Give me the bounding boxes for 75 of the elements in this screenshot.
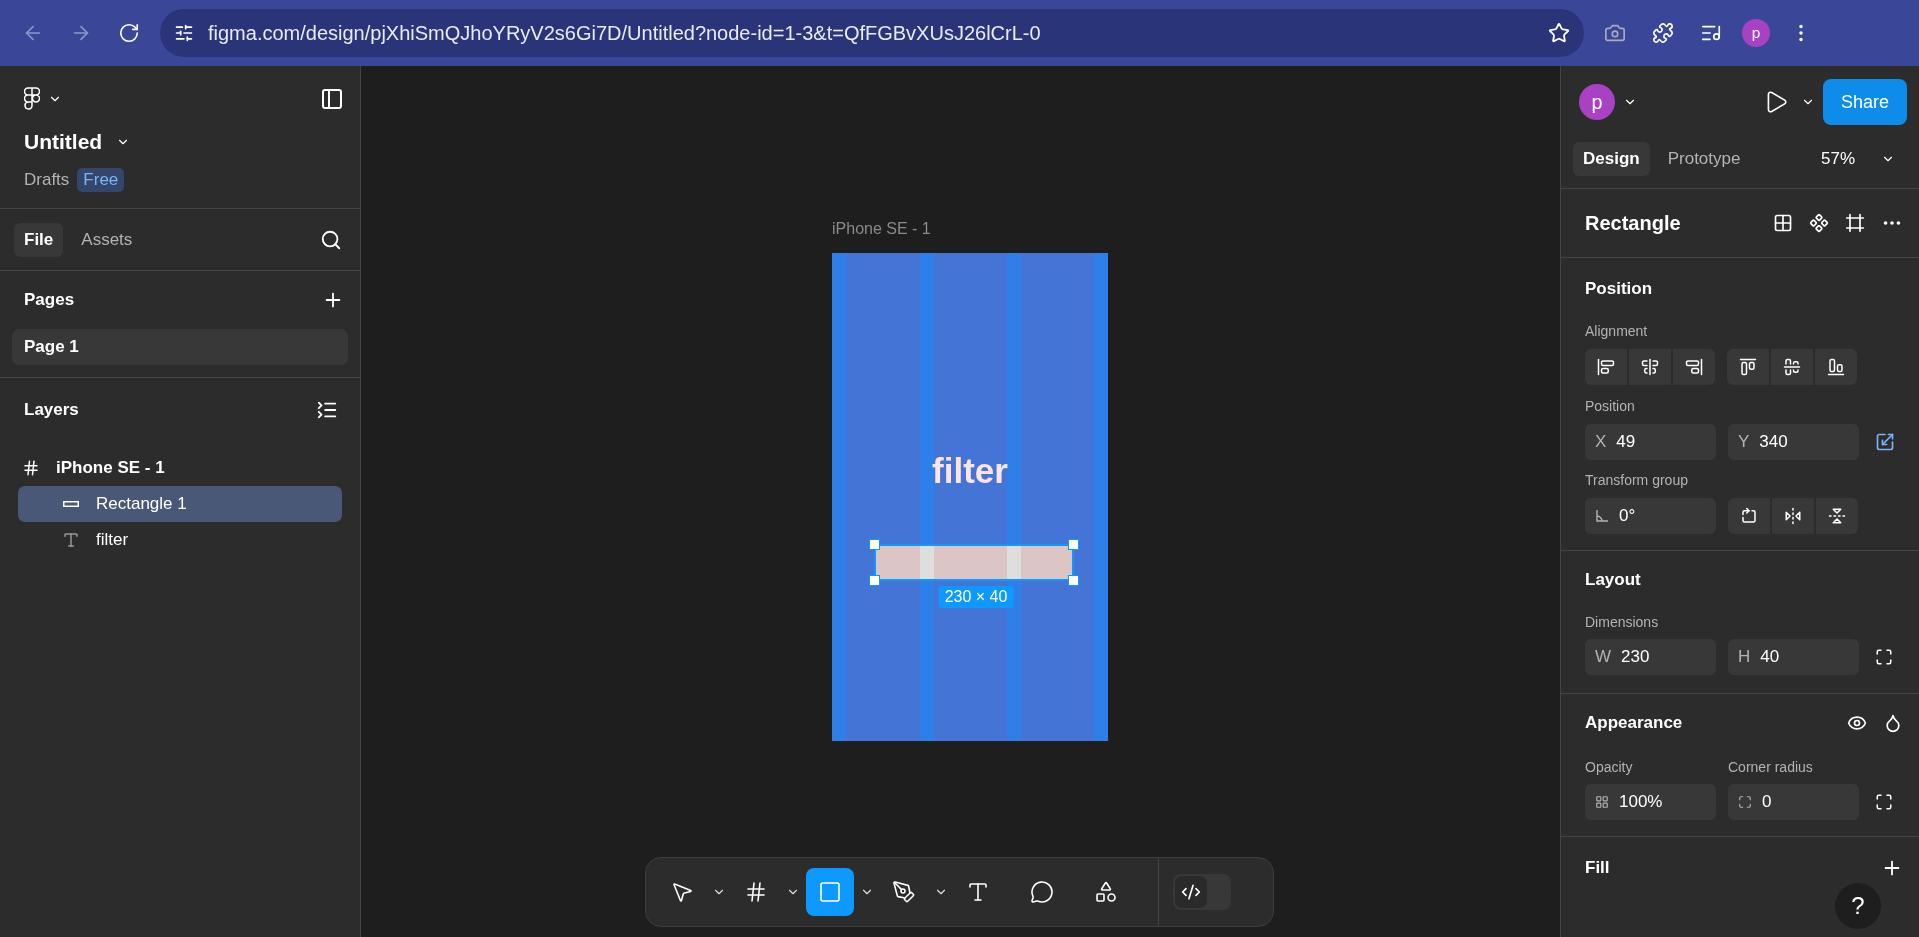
height-field[interactable]: H 40 [1728,639,1859,675]
align-right-icon[interactable] [1673,349,1715,385]
flip-horizontal-icon[interactable] [1772,498,1814,534]
rotation-field[interactable]: 0° [1585,498,1716,534]
resize-handle[interactable] [1068,575,1079,586]
align-middle-icon[interactable] [1771,349,1813,385]
figma-logo-icon [24,87,40,111]
opacity-icon [1595,795,1609,809]
frame-text[interactable]: filter [832,451,1108,491]
resize-handle[interactable] [1068,539,1079,550]
layer-item[interactable]: filter [18,522,342,558]
rectangle-icon [818,880,842,904]
section-title: Layout [1585,570,1641,590]
flip-vertical-icon[interactable] [1816,498,1858,534]
pen-icon [892,880,916,904]
tool-button[interactable] [806,868,854,916]
field-label: Position [1585,398,1635,414]
reload-icon[interactable] [118,22,140,44]
frame-icon [744,880,768,904]
frame-icon [22,459,40,477]
layer-item[interactable]: Rectangle 1 [18,486,342,522]
field-label: Dimensions [1585,614,1659,630]
rotate-icon[interactable] [1728,498,1770,534]
layer-item[interactable]: iPhone SE - 1 [12,450,348,486]
align-bottom-icon[interactable] [1815,349,1857,385]
panel-tab[interactable]: File [14,222,64,257]
zoom-level[interactable]: 57% [1820,149,1855,169]
url-text: figma.com/design/pjXhiSmQJhoYRyV2s6Gi7D/Untitled?node-id=1-3&t=QfFGBvXUsJ26lCrL-0 [208,21,1042,45]
share-button[interactable]: Share [1822,79,1907,125]
resize-handle[interactable] [869,539,880,550]
section-title: Fill [1585,858,1610,878]
profile-avatar[interactable]: p [1742,19,1770,47]
rectangle-icon [63,501,79,507]
align-center-icon[interactable] [1629,349,1671,385]
panel-tab[interactable]: Prototype [1657,142,1751,176]
align-left-icon[interactable] [1585,349,1627,385]
section-title: Pages [24,290,75,310]
pointer-icon [670,880,694,904]
panel-tab[interactable]: Design [1573,142,1650,176]
page-item[interactable]: Page 1 [12,329,348,365]
text-icon [966,880,990,904]
selection-title: Rectangle [1585,211,1681,235]
field-label: Corner radius [1728,759,1813,775]
y-field[interactable]: Y 340 [1728,424,1859,460]
corner-radius-icon [1738,795,1752,809]
file-title[interactable]: Untitled [24,130,103,154]
x-field[interactable]: X 49 [1585,424,1716,460]
help-button[interactable]: ? [1835,883,1881,929]
align-top-icon[interactable] [1727,349,1769,385]
opacity-field[interactable]: 100% [1585,784,1716,820]
phone-frame[interactable]: filter 230 × 40 [832,253,1108,741]
panel-tab[interactable]: Assets [71,222,143,257]
text-icon [62,531,80,549]
resize-handle[interactable] [869,575,880,586]
section-title: Layers [24,400,79,420]
bookmark-star-icon[interactable] [1548,22,1570,44]
shapes-icon [1094,880,1118,904]
address-bar[interactable]: figma.com/design/pjXhiSmQJhoYRyV2s6Gi7D/Untitled?node-id=1-3&t=QfFGBvXUsJ26lCrL-0 [160,9,1584,57]
angle-icon [1595,509,1609,523]
code-icon[interactable] [1175,876,1207,908]
field-label: Opacity [1585,759,1634,775]
section-title: Appearance [1585,713,1683,733]
location-text[interactable]: Drafts [24,170,70,190]
dev-mode-toggle[interactable] [1173,874,1231,910]
size-label: 230 × 40 [938,586,1014,608]
width-field[interactable]: W 230 [1585,639,1716,675]
user-avatar[interactable]: p [1579,84,1615,120]
site-settings-icon[interactable] [174,23,194,43]
corner-radius-field[interactable]: 0 [1728,784,1859,820]
field-label: Transform group [1585,472,1688,488]
comment-icon [1030,880,1054,904]
field-label: Alignment [1585,323,1648,339]
frame-label[interactable]: iPhone SE - 1 [832,220,931,238]
section-title: Position [1585,279,1653,299]
plan-badge: Free [77,168,125,192]
